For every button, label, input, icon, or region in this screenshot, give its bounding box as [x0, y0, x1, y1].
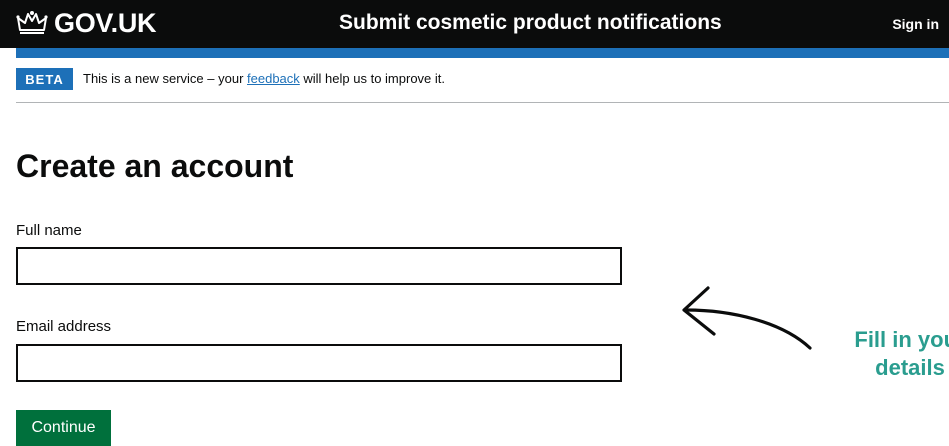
- annotation-line-1: Fill in your: [854, 327, 949, 352]
- full-name-label: Full name: [16, 222, 82, 239]
- service-name[interactable]: Submit cosmetic product notifications: [339, 12, 722, 33]
- annotation-line-2: details: [875, 355, 945, 381]
- govuk-logo[interactable]: GOV.UK: [16, 6, 157, 40]
- crown-icon: [16, 11, 48, 34]
- annotation-text: Fill in your details: [810, 326, 949, 382]
- feedback-link[interactable]: feedback: [247, 71, 300, 86]
- page: GOV.UK Submit cosmetic product notificat…: [0, 0, 949, 446]
- beta-tag: BETA: [16, 68, 73, 90]
- page-title: Create an account: [16, 148, 294, 184]
- email-input[interactable]: [16, 344, 622, 382]
- phase-text-before: This is a new service – your: [83, 71, 248, 86]
- header-blue-bar: [16, 48, 949, 58]
- phase-banner-text: This is a new service – your feedback wi…: [83, 71, 446, 86]
- phase-banner: BETA This is a new service – your feedba…: [16, 68, 949, 103]
- continue-button[interactable]: Continue: [16, 410, 111, 446]
- logo-text: GOV.UK: [54, 7, 157, 38]
- phase-text-after: will help us to improve it.: [299, 71, 446, 86]
- email-label: Email address: [16, 318, 112, 335]
- arrow-icon: [682, 286, 812, 350]
- header: GOV.UK Submit cosmetic product notificat…: [0, 0, 949, 48]
- sign-in-link[interactable]: Sign in: [892, 17, 939, 31]
- full-name-input[interactable]: [16, 247, 622, 285]
